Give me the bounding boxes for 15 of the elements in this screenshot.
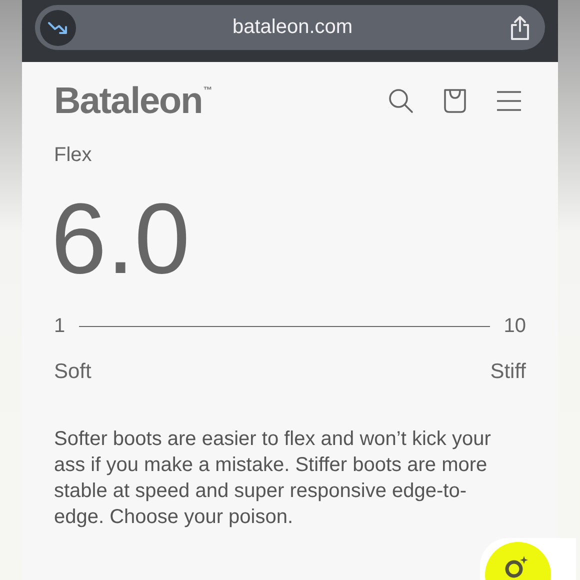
spec-label: Flex [54,144,93,167]
share-icon[interactable] [509,14,531,40]
url-text: bataleon.com [231,16,354,39]
address-bar[interactable]: bataleon.com [35,5,545,50]
bag-icon[interactable] [442,88,468,114]
flex-value: 6.0 [51,189,192,289]
scale-max: 10 [504,315,526,338]
search-icon[interactable] [388,88,414,114]
menu-icon[interactable] [496,90,522,112]
scale-min: 1 [54,315,66,338]
max-label: Stiff [490,360,526,384]
description-text: Softer boots are easier to flex and won’t kick your ass if you make a mistake. Stiffer boots are more stable at speed and super responsive edge-to-edge. Choose your poison. [54,427,492,530]
trend-button[interactable] [40,10,76,46]
min-label: Soft [54,360,92,384]
brand-logo[interactable]: Bataleon$^{™}$ [54,80,212,122]
